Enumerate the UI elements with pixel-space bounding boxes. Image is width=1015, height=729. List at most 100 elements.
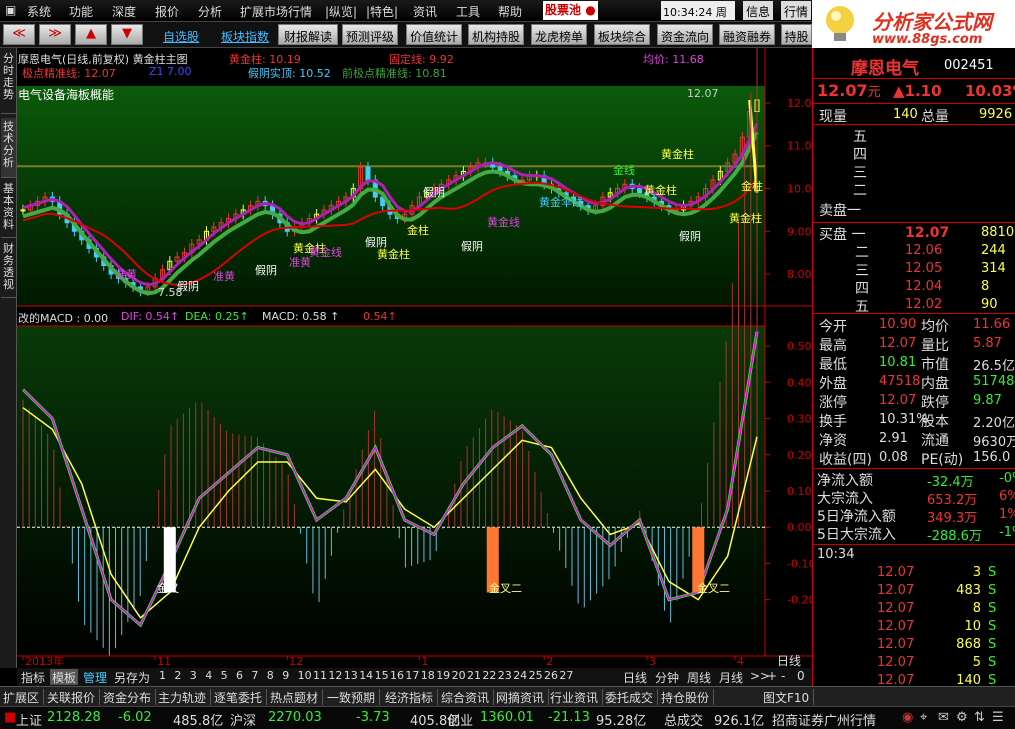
toolbar-button[interactable]: 龙虎榜单: [531, 24, 587, 45]
lightbulb-icon: [826, 6, 854, 41]
period-tab[interactable]: 日线: [621, 669, 649, 685]
template-number-tab[interactable]: 4: [203, 669, 214, 685]
function-tab[interactable]: 扩展区: [3, 689, 45, 705]
menu-item[interactable]: 工具: [456, 3, 480, 20]
network-icon[interactable]: ⇅: [974, 710, 985, 725]
settings-icon[interactable]: ⚙: [956, 710, 968, 725]
toolbar-button[interactable]: 预测评级: [342, 24, 398, 45]
template-number-tab[interactable]: 1: [157, 669, 168, 685]
menu-item[interactable]: |纵览|: [325, 3, 357, 20]
function-tab[interactable]: 网摘资讯: [496, 689, 550, 705]
tab-intraday[interactable]: 分时走势: [1, 50, 16, 114]
tick-side: S: [988, 619, 997, 634]
tab-financials[interactable]: 财务透视: [1, 240, 16, 298]
function-tab[interactable]: 经济指标: [385, 689, 439, 705]
alert-icon[interactable]: ◉: [902, 710, 913, 725]
function-tab[interactable]: 综合资讯: [441, 689, 495, 705]
sell-level-label: 卖盘一: [819, 203, 861, 219]
toolbar-button[interactable]: 机构持股: [468, 24, 524, 45]
toolbar-button[interactable]: 资金流向: [657, 24, 713, 45]
menu-icon[interactable]: ☰: [992, 710, 1004, 725]
up-arrow-icon[interactable]: ▲: [75, 24, 107, 45]
buy-level-label: 二: [855, 245, 869, 261]
tab-indicator[interactable]: 指标: [19, 669, 47, 685]
tick-price: 12.07: [877, 655, 915, 670]
reset-button[interactable]: 0: [795, 669, 807, 685]
toolbar-button[interactable]: 持股: [781, 24, 812, 45]
function-tab[interactable]: 图文F10: [763, 689, 815, 705]
chart-svg[interactable]: 12.0011.0010.009.008.00 0.500.400.300.20…: [17, 48, 812, 668]
function-tab[interactable]: 持仓股份: [661, 689, 715, 705]
price-tick-label: 12.00: [787, 97, 812, 110]
macd-tick-label: 0.30: [787, 413, 812, 426]
tab-template[interactable]: 模板: [50, 669, 79, 685]
toolbar-button[interactable]: 财报解读: [278, 24, 338, 45]
function-tab[interactable]: 关联报价: [47, 689, 101, 705]
menu-item[interactable]: 帮助: [498, 3, 522, 20]
mail-icon[interactable]: ✉: [938, 710, 949, 725]
sell-level-label: 三: [853, 165, 867, 181]
flow-label: 5日大宗流入: [817, 527, 896, 543]
function-tab[interactable]: 热点题材: [270, 689, 324, 705]
tick-price: 12.07: [877, 619, 915, 634]
flow-label: 大宗流入: [817, 491, 873, 507]
period-tab[interactable]: 月线: [717, 669, 745, 685]
cy-amount: 95.28亿: [596, 714, 647, 729]
jiayin-label: 假阴实顶: 10.52: [248, 67, 331, 80]
function-tab[interactable]: 委托成交: [605, 689, 659, 705]
menu-system-icon[interactable]: ▣: [5, 3, 16, 17]
template-number-tab[interactable]: 27: [557, 669, 575, 685]
tab-saveas[interactable]: 另存为: [112, 669, 152, 685]
total-label: 总成交: [664, 714, 704, 729]
function-tab[interactable]: 资金分布: [103, 689, 157, 705]
sector-index-link[interactable]: 板块指数: [221, 28, 269, 45]
back-icon[interactable]: ≪: [3, 24, 35, 45]
flow-label: 净流入额: [817, 473, 873, 489]
function-tab[interactable]: 一致预期: [327, 689, 381, 705]
buy-level-price: 12.07: [905, 225, 950, 241]
function-tab[interactable]: 主力轨迹: [158, 689, 212, 705]
signal-label: 黄金伞线: [539, 196, 583, 209]
stat-value: 12.07: [879, 336, 917, 351]
tab-manage[interactable]: 管理: [81, 669, 109, 685]
menu-item[interactable]: 报价: [155, 3, 179, 20]
info-button[interactable]: 信息: [743, 1, 774, 20]
buy-level-volume: 8: [981, 279, 990, 294]
stock-pool-button[interactable]: 股票池 ●: [543, 1, 598, 20]
template-number-tab[interactable]: 9: [280, 669, 291, 685]
volume-total-label: 总量: [921, 109, 949, 125]
buy-level-volume: 244: [981, 243, 1006, 258]
quote-button[interactable]: 行情: [781, 1, 812, 20]
tab-technical[interactable]: 技术分析: [1, 118, 16, 178]
period-tab[interactable]: 分钟: [653, 669, 681, 685]
template-number-tab[interactable]: 8: [265, 669, 276, 685]
pin-icon[interactable]: ⌖: [920, 710, 927, 725]
function-tab[interactable]: 行业资讯: [550, 689, 604, 705]
zoom-out-button[interactable]: -: [779, 669, 787, 685]
signal-label: 准黄: [213, 270, 235, 283]
toolbar-button[interactable]: 板块综合: [594, 24, 650, 45]
template-number-tab[interactable]: 3: [188, 669, 199, 685]
template-number-tab[interactable]: 5: [219, 669, 230, 685]
menu-item[interactable]: 扩展市场行情: [240, 3, 312, 20]
template-number-tab[interactable]: 7: [249, 669, 260, 685]
menu-item[interactable]: 功能: [69, 3, 93, 20]
menu-item[interactable]: 深度: [112, 3, 136, 20]
toolbar-button[interactable]: 价值统计: [406, 24, 462, 45]
tab-fundamentals[interactable]: 基本资料: [1, 180, 16, 238]
menu-item[interactable]: 分析: [198, 3, 222, 20]
forward-icon[interactable]: ≫: [39, 24, 71, 45]
toolbar-button[interactable]: 融资融券: [719, 24, 775, 45]
zoom-in-button[interactable]: +: [765, 669, 779, 685]
function-tab[interactable]: 逐笔委托: [214, 689, 268, 705]
menu-item[interactable]: |特色|: [366, 3, 398, 20]
stat-label: 今开: [819, 319, 847, 335]
date-tick-label: 11: [157, 655, 171, 668]
period-tab[interactable]: 周线: [685, 669, 713, 685]
down-arrow-icon[interactable]: ▼: [111, 24, 143, 45]
template-number-tab[interactable]: 6: [234, 669, 245, 685]
template-number-tab[interactable]: 2: [172, 669, 183, 685]
menu-item[interactable]: 系统: [27, 3, 51, 20]
watchlist-link[interactable]: 自选股: [163, 28, 199, 45]
menu-item[interactable]: 资讯: [413, 3, 437, 20]
